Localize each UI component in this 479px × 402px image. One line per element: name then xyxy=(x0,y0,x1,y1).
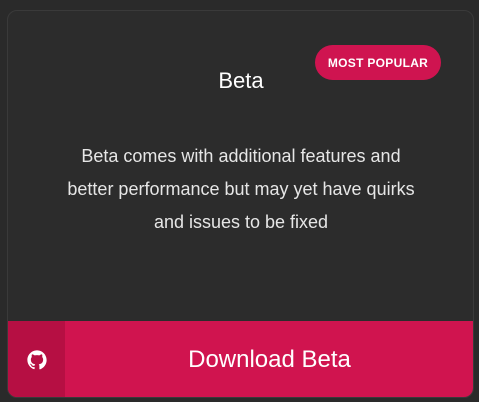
download-card: MOST POPULAR Beta Beta comes with additi… xyxy=(7,10,474,398)
github-icon-box xyxy=(8,321,65,397)
description-line-1: Beta comes with additional features and xyxy=(81,146,401,166)
download-button-label: Download Beta xyxy=(188,345,351,373)
download-beta-button[interactable]: Download Beta xyxy=(8,321,473,397)
page: MOST POPULAR Beta Beta comes with additi… xyxy=(0,0,479,402)
description-line-2: better performance but may yet have quir… xyxy=(67,179,415,199)
github-icon xyxy=(26,349,47,369)
card-title: Beta xyxy=(218,68,264,93)
description-line-3: and issues to be fixed xyxy=(153,212,329,232)
card-description: Beta comes with additional features and … xyxy=(8,140,473,239)
